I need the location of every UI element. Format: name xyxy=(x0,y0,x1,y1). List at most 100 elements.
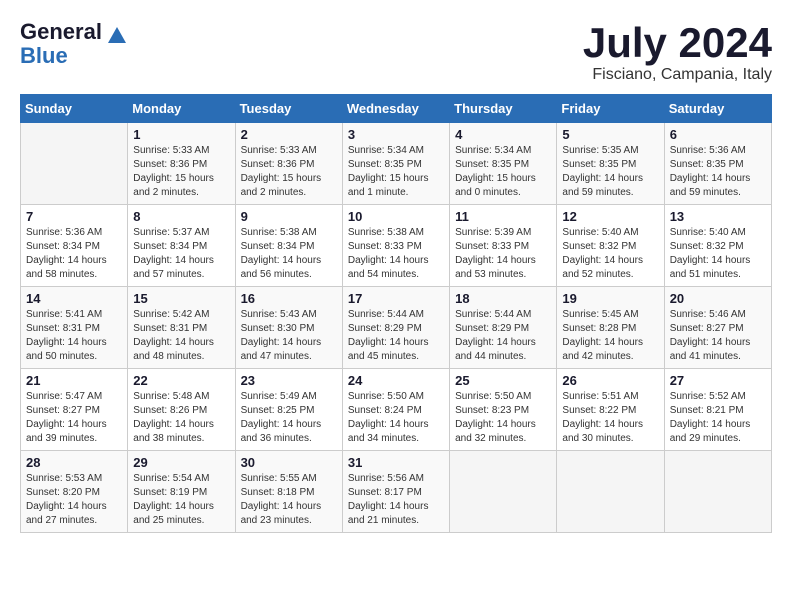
day-details: Sunrise: 5:41 AMSunset: 8:31 PMDaylight:… xyxy=(26,308,122,364)
logo: General Blue xyxy=(20,20,126,68)
day-cell xyxy=(557,451,664,533)
day-details: Sunrise: 5:40 AMSunset: 8:32 PMDaylight:… xyxy=(670,226,766,282)
week-row-3: 14 Sunrise: 5:41 AMSunset: 8:31 PMDaylig… xyxy=(21,287,772,369)
location-text: Fisciano, Campania, Italy xyxy=(583,66,772,84)
day-cell xyxy=(664,451,771,533)
day-cell: 19 Sunrise: 5:45 AMSunset: 8:28 PMDaylig… xyxy=(557,287,664,369)
day-details: Sunrise: 5:36 AMSunset: 8:34 PMDaylight:… xyxy=(26,226,122,282)
header-monday: Monday xyxy=(128,95,235,123)
day-number: 18 xyxy=(455,291,551,306)
day-cell: 1 Sunrise: 5:33 AMSunset: 8:36 PMDayligh… xyxy=(128,123,235,205)
day-number: 23 xyxy=(241,373,337,388)
day-number: 12 xyxy=(562,209,658,224)
day-number: 8 xyxy=(133,209,229,224)
day-details: Sunrise: 5:50 AMSunset: 8:24 PMDaylight:… xyxy=(348,390,444,446)
header-sunday: Sunday xyxy=(21,95,128,123)
header-wednesday: Wednesday xyxy=(342,95,449,123)
header-friday: Friday xyxy=(557,95,664,123)
day-details: Sunrise: 5:44 AMSunset: 8:29 PMDaylight:… xyxy=(455,308,551,364)
day-number: 25 xyxy=(455,373,551,388)
day-cell: 21 Sunrise: 5:47 AMSunset: 8:27 PMDaylig… xyxy=(21,369,128,451)
day-details: Sunrise: 5:43 AMSunset: 8:30 PMDaylight:… xyxy=(241,308,337,364)
day-number: 13 xyxy=(670,209,766,224)
day-number: 26 xyxy=(562,373,658,388)
day-cell: 24 Sunrise: 5:50 AMSunset: 8:24 PMDaylig… xyxy=(342,369,449,451)
day-number: 6 xyxy=(670,127,766,142)
day-number: 1 xyxy=(133,127,229,142)
day-cell: 5 Sunrise: 5:35 AMSunset: 8:35 PMDayligh… xyxy=(557,123,664,205)
header-thursday: Thursday xyxy=(450,95,557,123)
day-cell: 11 Sunrise: 5:39 AMSunset: 8:33 PMDaylig… xyxy=(450,205,557,287)
day-number: 27 xyxy=(670,373,766,388)
day-details: Sunrise: 5:44 AMSunset: 8:29 PMDaylight:… xyxy=(348,308,444,364)
day-number: 31 xyxy=(348,455,444,470)
day-cell xyxy=(21,123,128,205)
day-number: 17 xyxy=(348,291,444,306)
day-cell: 9 Sunrise: 5:38 AMSunset: 8:34 PMDayligh… xyxy=(235,205,342,287)
day-cell: 22 Sunrise: 5:48 AMSunset: 8:26 PMDaylig… xyxy=(128,369,235,451)
day-number: 24 xyxy=(348,373,444,388)
day-cell: 3 Sunrise: 5:34 AMSunset: 8:35 PMDayligh… xyxy=(342,123,449,205)
day-details: Sunrise: 5:47 AMSunset: 8:27 PMDaylight:… xyxy=(26,390,122,446)
title-block: July 2024 Fisciano, Campania, Italy xyxy=(583,20,772,84)
day-cell: 12 Sunrise: 5:40 AMSunset: 8:32 PMDaylig… xyxy=(557,205,664,287)
day-details: Sunrise: 5:34 AMSunset: 8:35 PMDaylight:… xyxy=(348,144,444,200)
day-number: 15 xyxy=(133,291,229,306)
day-details: Sunrise: 5:52 AMSunset: 8:21 PMDaylight:… xyxy=(670,390,766,446)
day-details: Sunrise: 5:33 AMSunset: 8:36 PMDaylight:… xyxy=(133,144,229,200)
day-details: Sunrise: 5:49 AMSunset: 8:25 PMDaylight:… xyxy=(241,390,337,446)
day-cell: 23 Sunrise: 5:49 AMSunset: 8:25 PMDaylig… xyxy=(235,369,342,451)
day-cell: 27 Sunrise: 5:52 AMSunset: 8:21 PMDaylig… xyxy=(664,369,771,451)
day-number: 22 xyxy=(133,373,229,388)
day-cell: 8 Sunrise: 5:37 AMSunset: 8:34 PMDayligh… xyxy=(128,205,235,287)
header-row: Sunday Monday Tuesday Wednesday Thursday… xyxy=(21,95,772,123)
day-details: Sunrise: 5:53 AMSunset: 8:20 PMDaylight:… xyxy=(26,472,122,528)
day-number: 7 xyxy=(26,209,122,224)
day-number: 4 xyxy=(455,127,551,142)
day-cell: 28 Sunrise: 5:53 AMSunset: 8:20 PMDaylig… xyxy=(21,451,128,533)
day-details: Sunrise: 5:35 AMSunset: 8:35 PMDaylight:… xyxy=(562,144,658,200)
day-details: Sunrise: 5:38 AMSunset: 8:34 PMDaylight:… xyxy=(241,226,337,282)
day-details: Sunrise: 5:51 AMSunset: 8:22 PMDaylight:… xyxy=(562,390,658,446)
day-number: 29 xyxy=(133,455,229,470)
day-details: Sunrise: 5:37 AMSunset: 8:34 PMDaylight:… xyxy=(133,226,229,282)
day-cell: 2 Sunrise: 5:33 AMSunset: 8:36 PMDayligh… xyxy=(235,123,342,205)
day-details: Sunrise: 5:38 AMSunset: 8:33 PMDaylight:… xyxy=(348,226,444,282)
day-number: 16 xyxy=(241,291,337,306)
logo-line1: General xyxy=(20,20,126,44)
day-number: 20 xyxy=(670,291,766,306)
day-cell: 18 Sunrise: 5:44 AMSunset: 8:29 PMDaylig… xyxy=(450,287,557,369)
day-cell: 26 Sunrise: 5:51 AMSunset: 8:22 PMDaylig… xyxy=(557,369,664,451)
day-cell: 15 Sunrise: 5:42 AMSunset: 8:31 PMDaylig… xyxy=(128,287,235,369)
day-details: Sunrise: 5:45 AMSunset: 8:28 PMDaylight:… xyxy=(562,308,658,364)
day-cell: 16 Sunrise: 5:43 AMSunset: 8:30 PMDaylig… xyxy=(235,287,342,369)
day-number: 21 xyxy=(26,373,122,388)
day-number: 9 xyxy=(241,209,337,224)
week-row-5: 28 Sunrise: 5:53 AMSunset: 8:20 PMDaylig… xyxy=(21,451,772,533)
day-cell: 30 Sunrise: 5:55 AMSunset: 8:18 PMDaylig… xyxy=(235,451,342,533)
day-cell: 20 Sunrise: 5:46 AMSunset: 8:27 PMDaylig… xyxy=(664,287,771,369)
day-details: Sunrise: 5:55 AMSunset: 8:18 PMDaylight:… xyxy=(241,472,337,528)
day-cell xyxy=(450,451,557,533)
week-row-1: 1 Sunrise: 5:33 AMSunset: 8:36 PMDayligh… xyxy=(21,123,772,205)
day-number: 2 xyxy=(241,127,337,142)
day-number: 14 xyxy=(26,291,122,306)
day-number: 5 xyxy=(562,127,658,142)
calendar-table: Sunday Monday Tuesday Wednesday Thursday… xyxy=(20,94,772,533)
day-cell: 14 Sunrise: 5:41 AMSunset: 8:31 PMDaylig… xyxy=(21,287,128,369)
header-tuesday: Tuesday xyxy=(235,95,342,123)
day-details: Sunrise: 5:54 AMSunset: 8:19 PMDaylight:… xyxy=(133,472,229,528)
month-year-title: July 2024 xyxy=(583,20,772,66)
day-number: 28 xyxy=(26,455,122,470)
day-details: Sunrise: 5:50 AMSunset: 8:23 PMDaylight:… xyxy=(455,390,551,446)
page-header: General Blue July 2024 Fisciano, Campani… xyxy=(20,20,772,84)
day-cell: 6 Sunrise: 5:36 AMSunset: 8:35 PMDayligh… xyxy=(664,123,771,205)
day-details: Sunrise: 5:39 AMSunset: 8:33 PMDaylight:… xyxy=(455,226,551,282)
day-cell: 25 Sunrise: 5:50 AMSunset: 8:23 PMDaylig… xyxy=(450,369,557,451)
day-cell: 17 Sunrise: 5:44 AMSunset: 8:29 PMDaylig… xyxy=(342,287,449,369)
day-details: Sunrise: 5:34 AMSunset: 8:35 PMDaylight:… xyxy=(455,144,551,200)
day-cell: 7 Sunrise: 5:36 AMSunset: 8:34 PMDayligh… xyxy=(21,205,128,287)
day-number: 30 xyxy=(241,455,337,470)
day-number: 10 xyxy=(348,209,444,224)
logo-general-text: General xyxy=(20,19,102,44)
